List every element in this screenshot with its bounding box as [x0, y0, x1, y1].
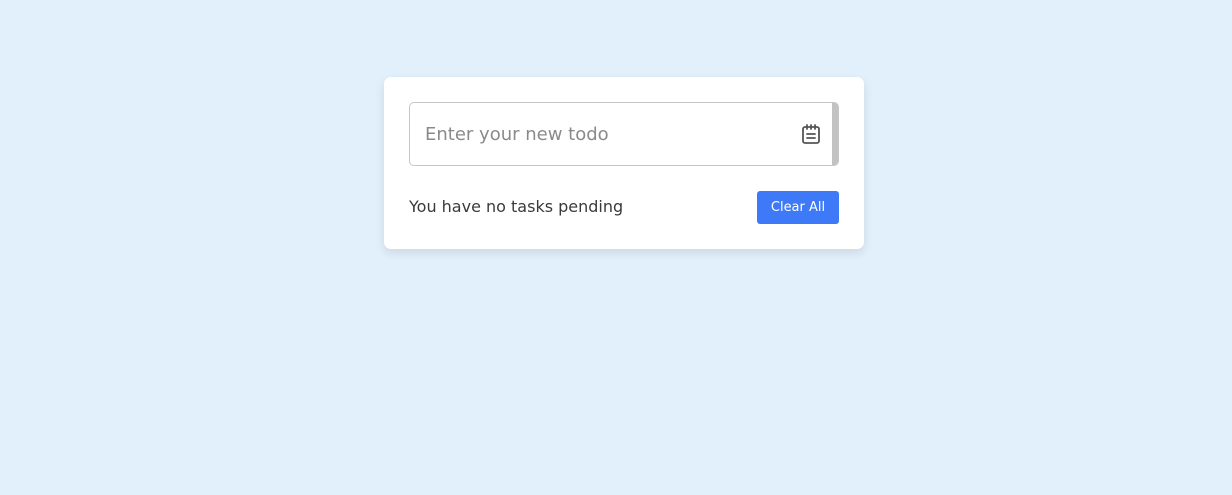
pending-status-text: You have no tasks pending — [409, 197, 624, 216]
todo-input[interactable] — [410, 103, 790, 165]
todo-card: You have no tasks pending Clear All — [384, 77, 864, 249]
todo-input-container — [409, 102, 839, 166]
notepad-icon[interactable] — [800, 123, 822, 145]
clear-all-button[interactable]: Clear All — [757, 191, 839, 224]
input-scrollbar[interactable] — [832, 103, 838, 165]
